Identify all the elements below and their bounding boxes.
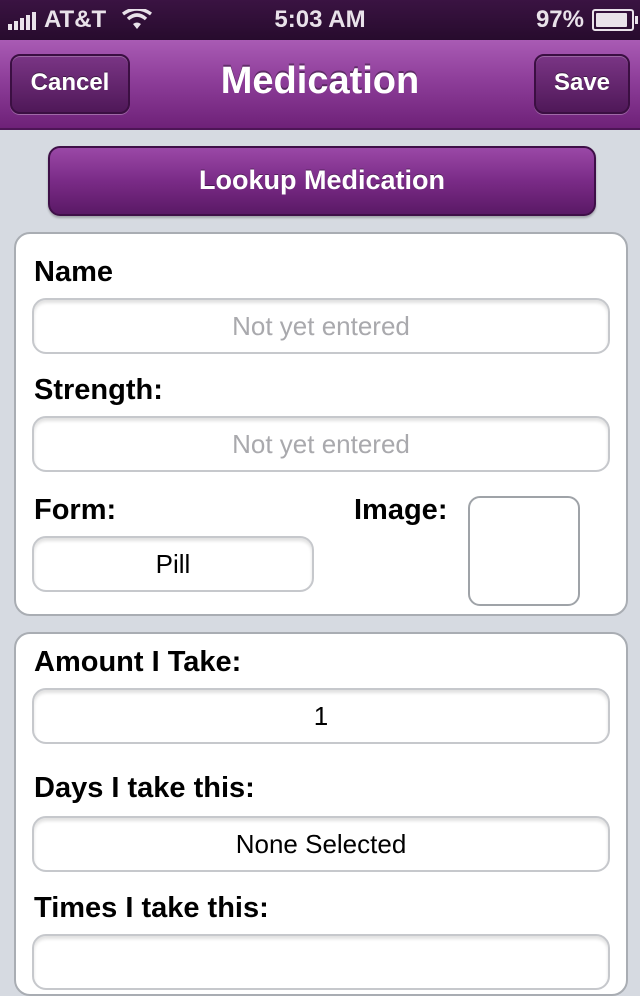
name-field[interactable]: Not yet entered [32, 298, 610, 354]
status-right: 97% [535, 6, 638, 34]
strength-field[interactable]: Not yet entered [32, 416, 610, 472]
battery-percent: 97% [535, 6, 584, 33]
name-label: Name [34, 256, 113, 288]
schedule-card: Amount I Take: 1 Days I take this: None … [14, 632, 628, 996]
save-button[interactable]: Save [534, 54, 630, 114]
lookup-medication-button[interactable]: Lookup Medication [48, 146, 596, 216]
form-field[interactable]: Pill [32, 536, 314, 592]
image-picker[interactable] [468, 496, 580, 606]
amount-label: Amount I Take: [34, 646, 242, 678]
days-label: Days I take this: [34, 772, 255, 804]
days-field[interactable]: None Selected [32, 816, 610, 872]
amount-field[interactable]: 1 [32, 688, 610, 744]
form-label: Form: [34, 494, 117, 526]
image-label: Image: [354, 494, 448, 526]
times-field[interactable] [32, 934, 610, 990]
battery-icon [592, 9, 638, 31]
medication-details-card: Name Not yet entered Strength: Not yet e… [14, 232, 628, 616]
nav-bar: Cancel Medication Save [0, 40, 640, 130]
times-label: Times I take this: [34, 892, 269, 924]
status-bar: AT&T 5:03 AM 97% [0, 0, 640, 40]
strength-label: Strength: [34, 374, 163, 406]
